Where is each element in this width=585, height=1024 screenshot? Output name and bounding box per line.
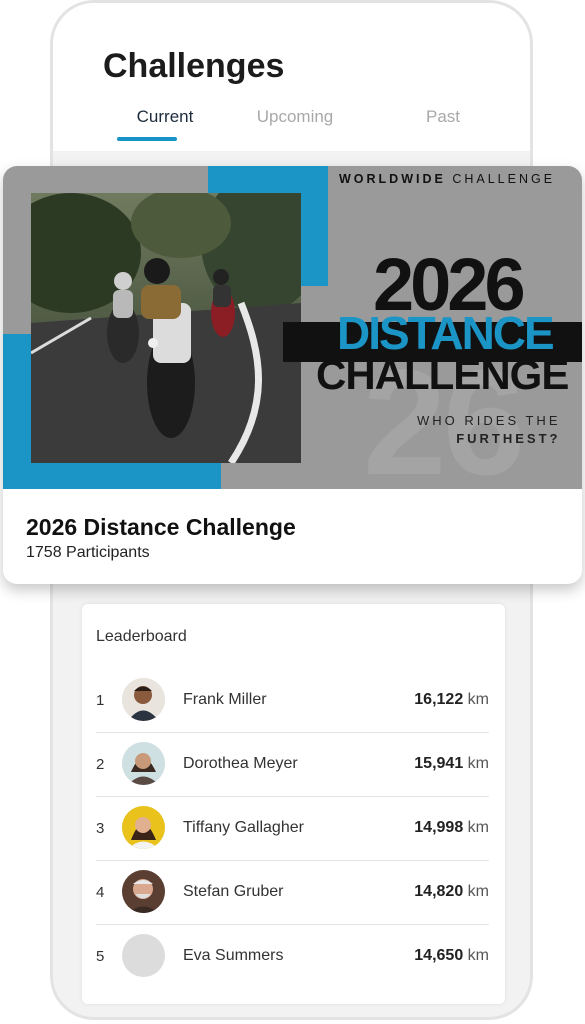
tab-current[interactable]: Current [117,107,213,127]
avatar [122,742,165,785]
leaderboard-row[interactable]: 4 Stefan Gruber 14,820 km [96,860,489,925]
avatar-placeholder [122,934,165,977]
motorcycle-riders-image [31,193,301,463]
leaderboard: Leaderboard 1 Frank Miller 16,122 km 2 D… [82,604,505,1004]
participant-name: Stefan Gruber [183,883,284,900]
page-title: Challenges [103,47,285,85]
participant-name: Frank Miller [183,691,267,708]
participant-distance: 15,941 km [414,755,489,772]
rank: 4 [96,884,105,901]
avatar [122,806,165,849]
banner-tagline: WHO RIDES THE FURTHEST? [417,413,561,446]
avatar [122,678,165,721]
leaderboard-row[interactable]: 1 Frank Miller 16,122 km [96,668,489,733]
header: Challenges Current Upcoming Past [53,3,530,151]
leaderboard-title: Leaderboard [96,628,187,645]
participant-name: Tiffany Gallagher [183,819,304,836]
challenge-title: 2026 Distance Challenge [26,514,296,540]
rank: 5 [96,948,105,965]
participant-count: 1758 Participants [26,544,150,561]
active-tab-indicator [117,137,177,141]
tab-bar: Current Upcoming Past [53,107,530,143]
challenge-card[interactable]: 26 WORLDWIDE CHALLENGE 2026 DISTANCE CHA… [3,166,582,584]
rank: 2 [96,756,105,773]
rank: 1 [96,692,105,709]
banner-photo [31,193,301,463]
banner-challenge-word: CHALLENGE [316,351,569,398]
leaderboard-row[interactable]: 5 Eva Summers 14,650 km [96,924,489,988]
tab-upcoming[interactable]: Upcoming [245,107,345,127]
tab-past[interactable]: Past [403,107,483,127]
participant-name: Eva Summers [183,947,284,964]
participant-distance: 14,650 km [414,947,489,964]
leaderboard-row[interactable]: 2 Dorothea Meyer 15,941 km [96,732,489,797]
leaderboard-row[interactable]: 3 Tiffany Gallagher 14,998 km [96,796,489,861]
avatar [122,870,165,913]
banner-tagline-top: WORLDWIDE CHALLENGE [339,172,556,186]
participant-distance: 16,122 km [414,691,489,708]
banner-distance-word: DISTANCE [337,307,555,359]
participant-distance: 14,820 km [414,883,489,900]
challenge-banner: 26 WORLDWIDE CHALLENGE 2026 DISTANCE CHA… [3,166,582,489]
participant-distance: 14,998 km [414,819,489,836]
rank: 3 [96,820,105,837]
participant-name: Dorothea Meyer [183,755,298,772]
